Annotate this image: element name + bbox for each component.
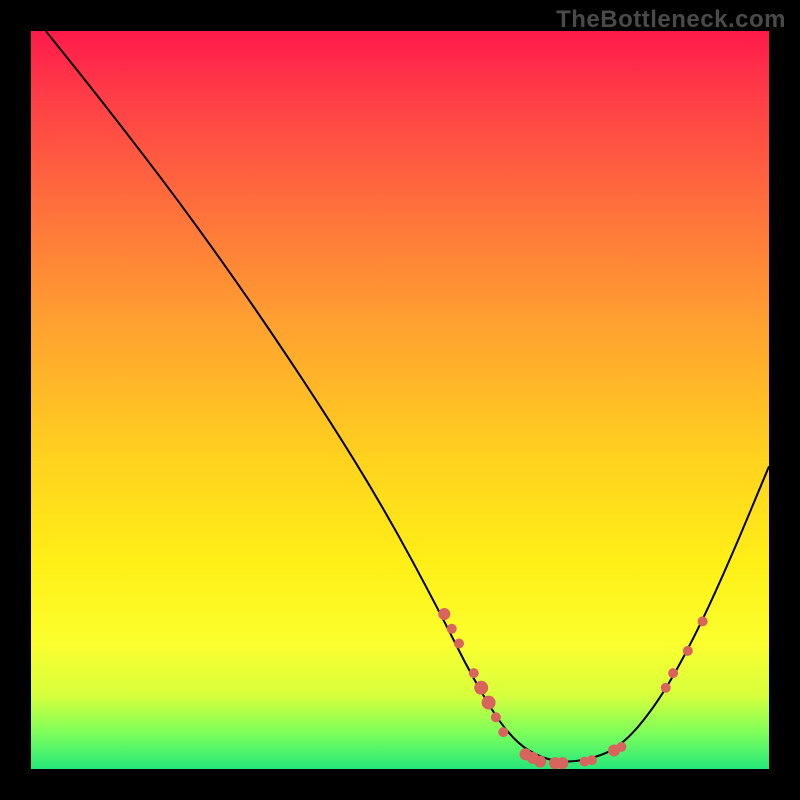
data-dots-group (438, 608, 707, 769)
data-dot (474, 681, 488, 695)
chart-svg (31, 31, 769, 769)
data-dot (683, 646, 693, 656)
data-dot (491, 712, 501, 722)
data-dot (616, 742, 626, 752)
data-dot (556, 757, 568, 769)
data-dot (534, 756, 546, 768)
data-dot (438, 608, 450, 620)
data-dot (469, 668, 479, 678)
data-dot (661, 683, 671, 693)
data-dot (498, 727, 508, 737)
data-dot (698, 616, 708, 626)
data-dot (447, 624, 457, 634)
data-dot (454, 639, 464, 649)
data-dot (482, 696, 496, 710)
data-dot (587, 755, 597, 765)
watermark-text: TheBottleneck.com (556, 6, 786, 34)
data-dot (668, 668, 678, 678)
bottleneck-curve (46, 31, 769, 762)
